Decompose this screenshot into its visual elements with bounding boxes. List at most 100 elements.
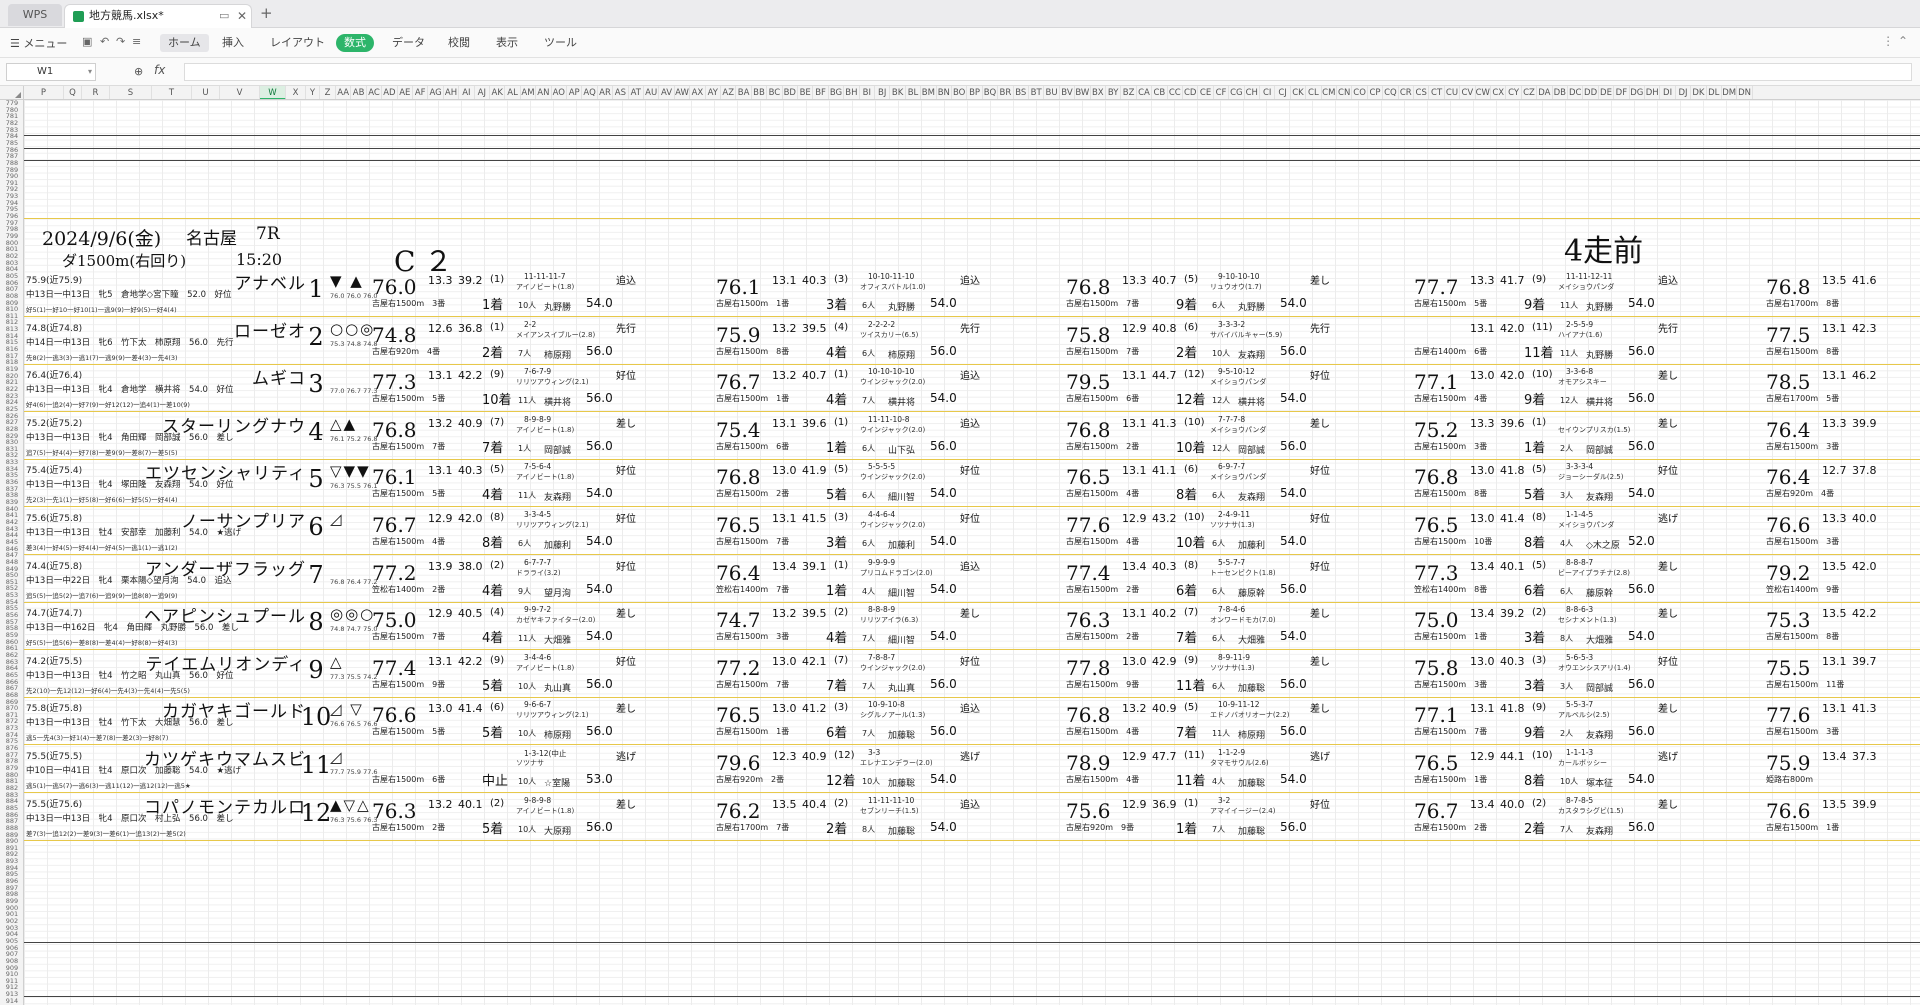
column-header-bq[interactable]: BQ [983, 86, 999, 99]
column-header-x[interactable]: X [286, 86, 306, 99]
column-header-ck[interactable]: CK [1291, 86, 1307, 99]
name-box[interactable]: W1 ▾ [6, 63, 96, 81]
close-icon[interactable]: ✕ [237, 5, 247, 27]
column-header-bz[interactable]: BZ [1121, 86, 1137, 99]
column-header-cp[interactable]: CP [1368, 86, 1384, 99]
column-header-dc[interactable]: DC [1568, 86, 1584, 99]
column-header-bb[interactable]: BB [752, 86, 768, 99]
function-icon[interactable]: fx [154, 63, 165, 77]
column-header-cr[interactable]: CR [1399, 86, 1414, 99]
zoom-icon[interactable]: ⊕ [134, 65, 143, 78]
column-header-az[interactable]: AZ [721, 86, 737, 99]
column-header-cv[interactable]: CV [1460, 86, 1476, 99]
column-header-bj[interactable]: BJ [875, 86, 891, 99]
column-header-cm[interactable]: CM [1322, 86, 1337, 99]
column-header-dk[interactable]: DK [1691, 86, 1707, 99]
column-header-df[interactable]: DF [1614, 86, 1630, 99]
tab-home[interactable]: ホーム [160, 34, 209, 52]
column-header-ag[interactable]: AG [428, 86, 444, 99]
column-header-ai[interactable]: AI [459, 86, 475, 99]
tab-data[interactable]: データ [384, 34, 433, 52]
column-header-cs[interactable]: CS [1414, 86, 1430, 99]
column-header-r[interactable]: R [82, 86, 110, 99]
row-number[interactable]: 845 [0, 539, 23, 546]
column-header-bv[interactable]: BV [1060, 86, 1076, 99]
column-header-au[interactable]: AU [644, 86, 660, 99]
more-options-icon[interactable]: ⋮ ⌃ [1882, 34, 1908, 48]
column-header-bi[interactable]: BI [860, 86, 875, 99]
column-header-y[interactable]: Y [306, 86, 320, 99]
column-header-t[interactable]: T [152, 86, 192, 99]
column-header-ak[interactable]: AK [490, 86, 506, 99]
column-header-bd[interactable]: BD [783, 86, 798, 99]
tab-formulas[interactable]: 数式 [336, 34, 374, 52]
column-header-cw[interactable]: CW [1476, 86, 1491, 99]
column-header-dj[interactable]: DJ [1676, 86, 1692, 99]
column-header-bo[interactable]: BO [952, 86, 968, 99]
column-header-bh[interactable]: BH [844, 86, 860, 99]
column-header-aw[interactable]: AW [675, 86, 691, 99]
column-header-am[interactable]: AM [521, 86, 537, 99]
column-header-cq[interactable]: CQ [1383, 86, 1399, 99]
column-header-af[interactable]: AF [413, 86, 429, 99]
column-header-aq[interactable]: AQ [582, 86, 598, 99]
column-header-ci[interactable]: CI [1260, 86, 1276, 99]
column-header-bl[interactable]: BL [906, 86, 922, 99]
column-header-cn[interactable]: CN [1337, 86, 1353, 99]
column-header-ct[interactable]: CT [1429, 86, 1445, 99]
row-number[interactable]: 785 [0, 140, 23, 147]
column-header-cd[interactable]: CD [1183, 86, 1199, 99]
row-number[interactable]: 914 [0, 998, 23, 1005]
column-header-cz[interactable]: CZ [1522, 86, 1538, 99]
formula-input[interactable] [184, 63, 1912, 81]
sheet-grid[interactable]: 2024/9/6(金) 名古屋 7R ダ1500m(右回り) 15:20 C ２… [24, 100, 1920, 1005]
tab-layout[interactable]: レイアウト [262, 34, 333, 52]
row-number[interactable]: 888 [0, 825, 23, 832]
column-header-bc[interactable]: BC [767, 86, 783, 99]
column-header-cj[interactable]: CJ [1275, 86, 1291, 99]
column-header-bx[interactable]: BX [1091, 86, 1106, 99]
column-header-ab[interactable]: AB [351, 86, 367, 99]
column-header-cx[interactable]: CX [1491, 86, 1507, 99]
column-header-da[interactable]: DA [1537, 86, 1553, 99]
column-header-ax[interactable]: AX [690, 86, 706, 99]
column-header-an[interactable]: AN [536, 86, 552, 99]
select-all-corner[interactable] [0, 86, 24, 99]
column-header-bw[interactable]: BW [1075, 86, 1091, 99]
column-header-dg[interactable]: DG [1630, 86, 1645, 99]
menu-button[interactable]: ☰ メニュー [10, 35, 67, 51]
column-header-dd[interactable]: DD [1583, 86, 1599, 99]
row-number[interactable]: 808 [0, 293, 23, 300]
redo-icon[interactable]: ↷ [116, 35, 125, 48]
tab-wps-home[interactable]: WPS [8, 4, 62, 26]
tab-tools[interactable]: ツール [536, 34, 585, 52]
column-header-aa[interactable]: AA [336, 86, 352, 99]
column-header-q[interactable]: Q [64, 86, 82, 99]
column-header-ar[interactable]: AR [598, 86, 614, 99]
column-header-cc[interactable]: CC [1168, 86, 1183, 99]
row-number[interactable]: 805 [0, 273, 23, 280]
column-header-s[interactable]: S [110, 86, 152, 99]
column-header-u[interactable]: U [192, 86, 220, 99]
column-header-ce[interactable]: CE [1198, 86, 1214, 99]
column-header-ae[interactable]: AE [398, 86, 413, 99]
column-header-di[interactable]: DI [1660, 86, 1676, 99]
column-header-br[interactable]: BR [998, 86, 1014, 99]
row-number[interactable]: 828 [0, 426, 23, 433]
column-header-co[interactable]: CO [1352, 86, 1368, 99]
column-header-dn[interactable]: DN [1737, 86, 1753, 99]
column-header-dh[interactable]: DH [1645, 86, 1661, 99]
column-header-ay[interactable]: AY [706, 86, 721, 99]
row-number[interactable]: 885 [0, 805, 23, 812]
column-header-bg[interactable]: BG [829, 86, 845, 99]
column-header-w[interactable]: W [260, 86, 286, 99]
column-header-cf[interactable]: CF [1214, 86, 1230, 99]
column-header-bm[interactable]: BM [921, 86, 937, 99]
column-header-al[interactable]: AL [505, 86, 521, 99]
column-header-ah[interactable]: AH [444, 86, 460, 99]
column-header-cl[interactable]: CL [1306, 86, 1322, 99]
column-header-de[interactable]: DE [1599, 86, 1615, 99]
column-header-v[interactable]: V [220, 86, 260, 99]
row-number[interactable]: 788 [0, 160, 23, 167]
new-tab-plus-icon[interactable]: + [260, 4, 273, 22]
